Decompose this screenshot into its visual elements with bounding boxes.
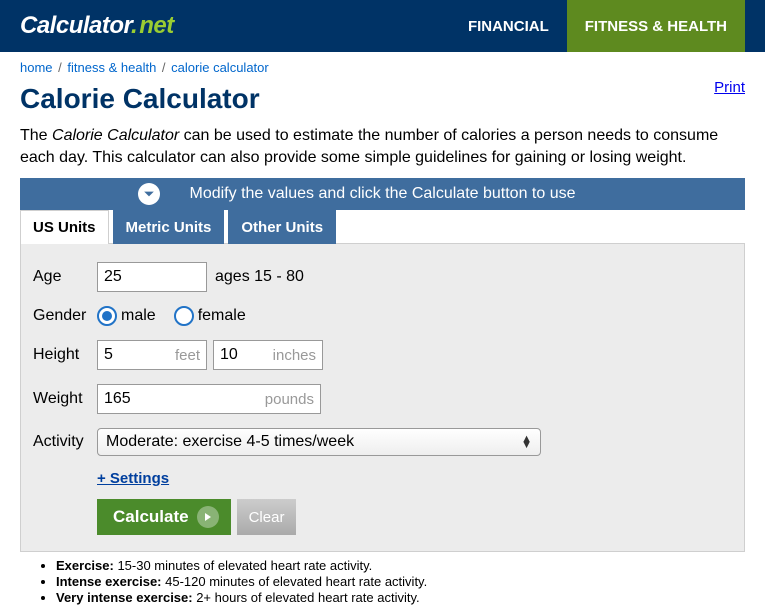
age-label: Age (33, 268, 97, 286)
breadcrumb-home[interactable]: home (20, 60, 53, 75)
activity-select[interactable]: Moderate: exercise 4-5 times/week ▲▼ (97, 428, 541, 456)
logo-net: net (139, 12, 174, 39)
nav-fitness-health[interactable]: FITNESS & HEALTH (567, 0, 745, 52)
clear-button[interactable]: Clear (237, 499, 297, 535)
gender-female-radio[interactable] (174, 306, 194, 326)
height-feet-unit: feet (175, 347, 200, 364)
breadcrumb-current[interactable]: calorie calculator (171, 60, 269, 75)
logo-dot: . (131, 12, 137, 39)
intro-text: The Calorie Calculator can be used to es… (20, 125, 745, 168)
breadcrumb: home / fitness & health / calorie calcul… (20, 60, 745, 75)
height-label: Height (33, 346, 97, 364)
calculate-label: Calculate (113, 507, 189, 527)
tab-other-units[interactable]: Other Units (228, 210, 336, 244)
site-logo[interactable]: Calculator.net (20, 12, 174, 40)
age-field[interactable] (104, 268, 200, 286)
notes-list: Exercise: 15-30 minutes of elevated hear… (56, 558, 745, 605)
breadcrumb-fitness[interactable]: fitness & health (67, 60, 156, 75)
note-item: Very intense exercise: 2+ hours of eleva… (56, 590, 745, 605)
select-chevron-icon: ▲▼ (521, 436, 532, 448)
gender-label: Gender (33, 307, 97, 325)
height-inches-unit: inches (273, 347, 316, 364)
weight-input[interactable]: pounds (97, 384, 321, 414)
tab-metric-units[interactable]: Metric Units (113, 210, 225, 244)
weight-field[interactable] (104, 390, 224, 408)
top-header: Calculator.net FINANCIAL FITNESS & HEALT… (0, 0, 765, 52)
top-nav: FINANCIAL FITNESS & HEALTH (450, 0, 745, 52)
weight-label: Weight (33, 390, 97, 408)
form-panel: Age ages 15 - 80 Gender male female Heig… (20, 243, 745, 552)
unit-tabs: US Units Metric Units Other Units (20, 210, 745, 244)
nav-financial[interactable]: FINANCIAL (450, 0, 567, 52)
play-icon (197, 506, 219, 528)
height-inches-input[interactable]: inches (213, 340, 323, 370)
note-item: Exercise: 15-30 minutes of elevated hear… (56, 558, 745, 573)
height-feet-input[interactable]: feet (97, 340, 207, 370)
weight-unit: pounds (265, 391, 314, 408)
calculate-button[interactable]: Calculate (97, 499, 231, 535)
page-title: Calorie Calculator (20, 83, 714, 115)
activity-label: Activity (33, 433, 97, 451)
height-feet-field[interactable] (104, 346, 144, 364)
chevron-down-icon[interactable] (138, 183, 160, 205)
gender-male-radio[interactable] (97, 306, 117, 326)
tab-us-units[interactable]: US Units (20, 210, 109, 244)
note-item: Intense exercise: 45-120 minutes of elev… (56, 574, 745, 589)
settings-link[interactable]: + Settings (97, 470, 169, 487)
gender-male-label[interactable]: male (121, 307, 156, 325)
print-link[interactable]: Print (714, 79, 745, 125)
age-hint: ages 15 - 80 (215, 268, 304, 286)
gender-female-label[interactable]: female (198, 307, 246, 325)
age-input[interactable] (97, 262, 207, 292)
instruction-banner: Modify the values and click the Calculat… (20, 178, 745, 210)
logo-main: Calculator (20, 12, 131, 39)
activity-value: Moderate: exercise 4-5 times/week (106, 433, 354, 451)
height-inches-field[interactable] (220, 346, 260, 364)
